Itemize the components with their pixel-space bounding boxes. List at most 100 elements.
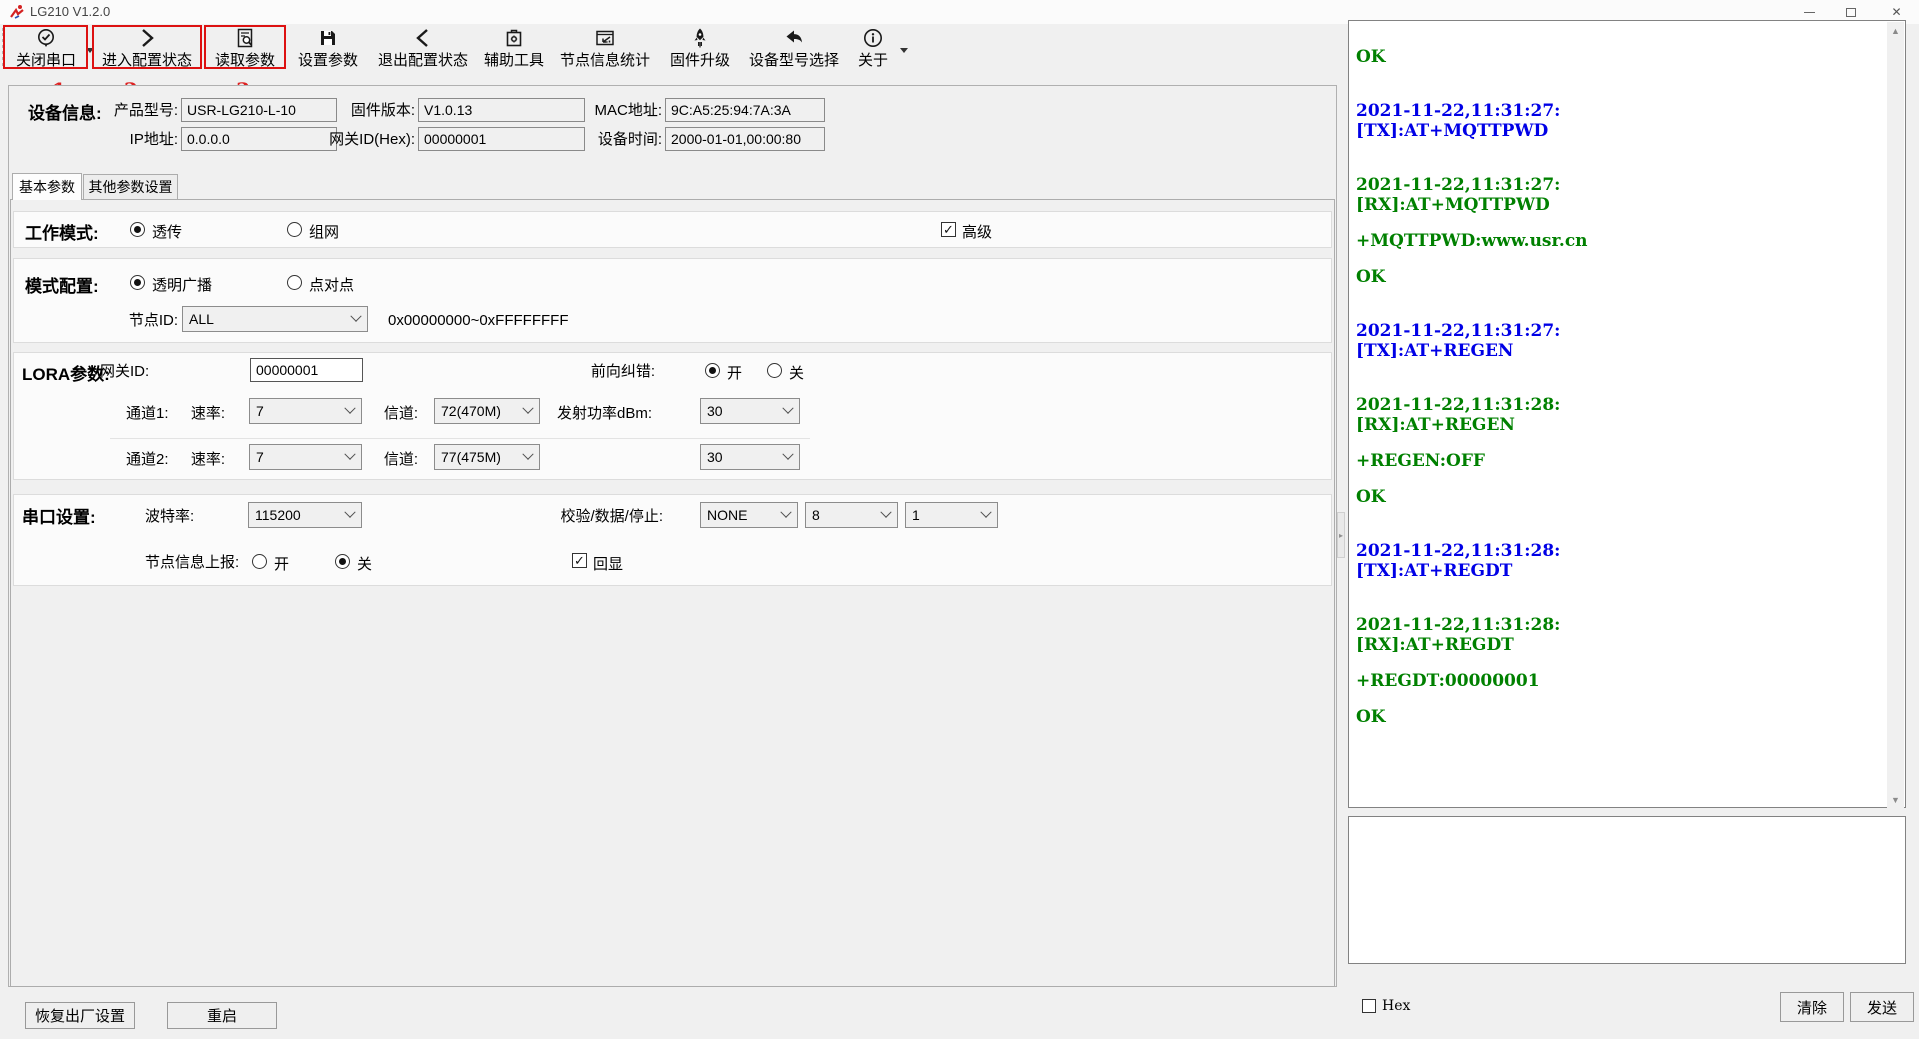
mode-broadcast-radio[interactable] (130, 275, 145, 290)
toolbar-enter-config-button[interactable]: 进入配置状态 (94, 26, 200, 69)
scroll-down-icon[interactable]: ▼ (1887, 791, 1904, 808)
fec-label: 前向纠错: (540, 362, 655, 382)
toolbar-label: 读取参数 (215, 52, 275, 69)
toolbar-exit-config-button[interactable]: 退出配置状态 (370, 26, 476, 69)
mac-address-field[interactable]: 9C:A5:25:94:7A:3A (665, 98, 825, 122)
node-id-select[interactable]: ALL (182, 306, 368, 332)
toolbar-aux-tools-button[interactable]: 辅助工具 (482, 26, 546, 69)
tab-other-params[interactable]: 其他参数设置 (83, 174, 178, 200)
log-line: [TX]:AT+MQTTPWD (1356, 121, 1881, 141)
toolbar-overflow-caret-icon[interactable] (900, 48, 908, 53)
work-mode-networking-label: 组网 (309, 221, 339, 242)
minimize-icon (1804, 12, 1815, 13)
channel2-channel-label: 信道: (380, 450, 418, 470)
fec-on-label: 开 (727, 362, 742, 383)
close-icon: ✕ (1891, 5, 1901, 19)
channel2-rate-select[interactable]: 7 (249, 444, 362, 470)
chevron-down-icon (980, 507, 991, 518)
chevron-down-icon (522, 403, 533, 414)
stop-bits-select[interactable]: 1 (905, 502, 998, 528)
firmware-version-field[interactable]: V1.0.13 (418, 98, 585, 122)
window-title: LG210 V1.2.0 (30, 4, 110, 19)
gateway-id-hex-label: 网关ID(Hex): (310, 130, 415, 150)
device-time-field[interactable]: 2000-01-01,00:00:80 (665, 127, 825, 151)
toolbar-close-serial-button[interactable]: 关闭串口 (4, 26, 88, 69)
log-output-area[interactable]: OK2021-11-22,11:31:27:[TX]:AT+MQTTPWD202… (1348, 20, 1906, 808)
toolbar-set-params-button[interactable]: 设置参数 (292, 26, 364, 69)
toolbar-read-params-button[interactable]: 读取参数 (206, 26, 284, 69)
channel1-rate-select[interactable]: 7 (249, 398, 362, 424)
panel-splitter-handle[interactable]: ▸ (1337, 512, 1345, 558)
chevron-down-icon (350, 311, 361, 322)
tab-basic-params[interactable]: 基本参数 (12, 173, 82, 200)
toolbar-label: 退出配置状态 (378, 52, 468, 69)
chevron-down-icon (344, 507, 355, 518)
log-line: [RX]:AT+MQTTPWD (1356, 195, 1881, 215)
port-dropdown-caret-icon[interactable] (86, 48, 94, 53)
app-window: LG210 V1.2.0 ✕ 关闭串口 进入配置状态 读取参数 设置参数 退出配… (0, 0, 1919, 1039)
send-button[interactable]: 发送 (1850, 992, 1914, 1022)
back-arrow-icon (783, 26, 805, 49)
channel1-rate-label: 速率: (190, 404, 225, 424)
toolbar-node-stats-button[interactable]: 节点信息统计 (553, 26, 657, 69)
hex-checkbox[interactable] (1362, 999, 1376, 1013)
log-line: +REGEN:OFF (1356, 451, 1881, 471)
echo-label: 回显 (593, 553, 623, 574)
log-line: 2021-11-22,11:31:28: (1356, 541, 1881, 561)
node-report-on-radio[interactable] (252, 554, 267, 569)
mode-p2p-radio[interactable] (287, 275, 302, 290)
factory-reset-button[interactable]: 恢复出厂设置 (25, 1002, 135, 1029)
mac-address-label: MAC地址: (572, 101, 662, 121)
node-id-label: 节点ID: (110, 311, 178, 331)
data-bits-select[interactable]: 8 (805, 502, 898, 528)
log-scrollbar[interactable]: ▲ ▼ (1887, 22, 1904, 808)
gateway-id-hex-field[interactable]: 00000001 (418, 127, 585, 151)
fec-on-radio[interactable] (705, 363, 720, 378)
scroll-up-icon[interactable]: ▲ (1887, 22, 1904, 39)
chevron-down-icon (780, 507, 791, 518)
chevron-left-icon (412, 26, 434, 49)
work-mode-section (13, 211, 1332, 248)
send-input-area[interactable] (1348, 816, 1906, 964)
channel2-power-select[interactable]: 30 (700, 444, 800, 470)
log-entry: +REGEN:OFF (1356, 451, 1881, 471)
log-content: OK2021-11-22,11:31:27:[TX]:AT+MQTTPWD202… (1356, 47, 1881, 803)
channel1-channel-select[interactable]: 72(470M) (434, 398, 540, 424)
chevron-down-icon (522, 449, 533, 460)
chevron-down-icon (344, 449, 355, 460)
parity-select[interactable]: NONE (700, 502, 798, 528)
log-entry: 2021-11-22,11:31:28:[RX]:AT+REGEN (1356, 395, 1881, 435)
node-report-label: 节点信息上报: (145, 553, 239, 573)
product-model-label: 产品型号: (100, 101, 178, 121)
product-model-field[interactable]: USR-LG210-L-10 (181, 98, 337, 122)
toolbar-label: 关闭串口 (16, 52, 76, 69)
work-mode-networking-radio[interactable] (287, 222, 302, 237)
fec-off-label: 关 (789, 362, 804, 383)
channel2-channel-select[interactable]: 77(475M) (434, 444, 540, 470)
toolbar-about-button[interactable]: 关于 (851, 26, 895, 69)
serial-settings-title: 串口设置: (22, 503, 96, 528)
channel1-power-select[interactable]: 30 (700, 398, 800, 424)
maximize-icon (1846, 8, 1856, 17)
log-line: [RX]:AT+REGDT (1356, 635, 1881, 655)
work-mode-title: 工作模式: (25, 219, 99, 244)
work-mode-transparent-radio[interactable] (130, 222, 145, 237)
baud-rate-select[interactable]: 115200 (248, 502, 362, 528)
echo-checkbox[interactable]: ✓ (572, 553, 587, 568)
channel2-label: 通道2: (126, 450, 169, 470)
clear-button[interactable]: 清除 (1780, 992, 1844, 1022)
toolbar-device-model-button[interactable]: 设备型号选择 (742, 26, 846, 69)
advanced-checkbox[interactable]: ✓ (941, 222, 956, 237)
log-line: OK (1356, 47, 1881, 67)
node-report-off-radio[interactable] (335, 554, 350, 569)
ip-address-label: IP地址: (100, 130, 178, 150)
toolbox-gear-icon (503, 26, 525, 49)
lora-gateway-id-input[interactable]: 00000001 (250, 358, 363, 382)
stats-window-icon (594, 26, 616, 49)
mode-broadcast-label: 透明广播 (152, 274, 212, 295)
info-circle-icon (862, 26, 884, 49)
log-entry: 2021-11-22,11:31:27:[RX]:AT+MQTTPWD (1356, 175, 1881, 215)
restart-button[interactable]: 重启 (167, 1002, 277, 1029)
toolbar-firmware-upgrade-button[interactable]: 固件升级 (664, 26, 736, 69)
fec-off-radio[interactable] (767, 363, 782, 378)
